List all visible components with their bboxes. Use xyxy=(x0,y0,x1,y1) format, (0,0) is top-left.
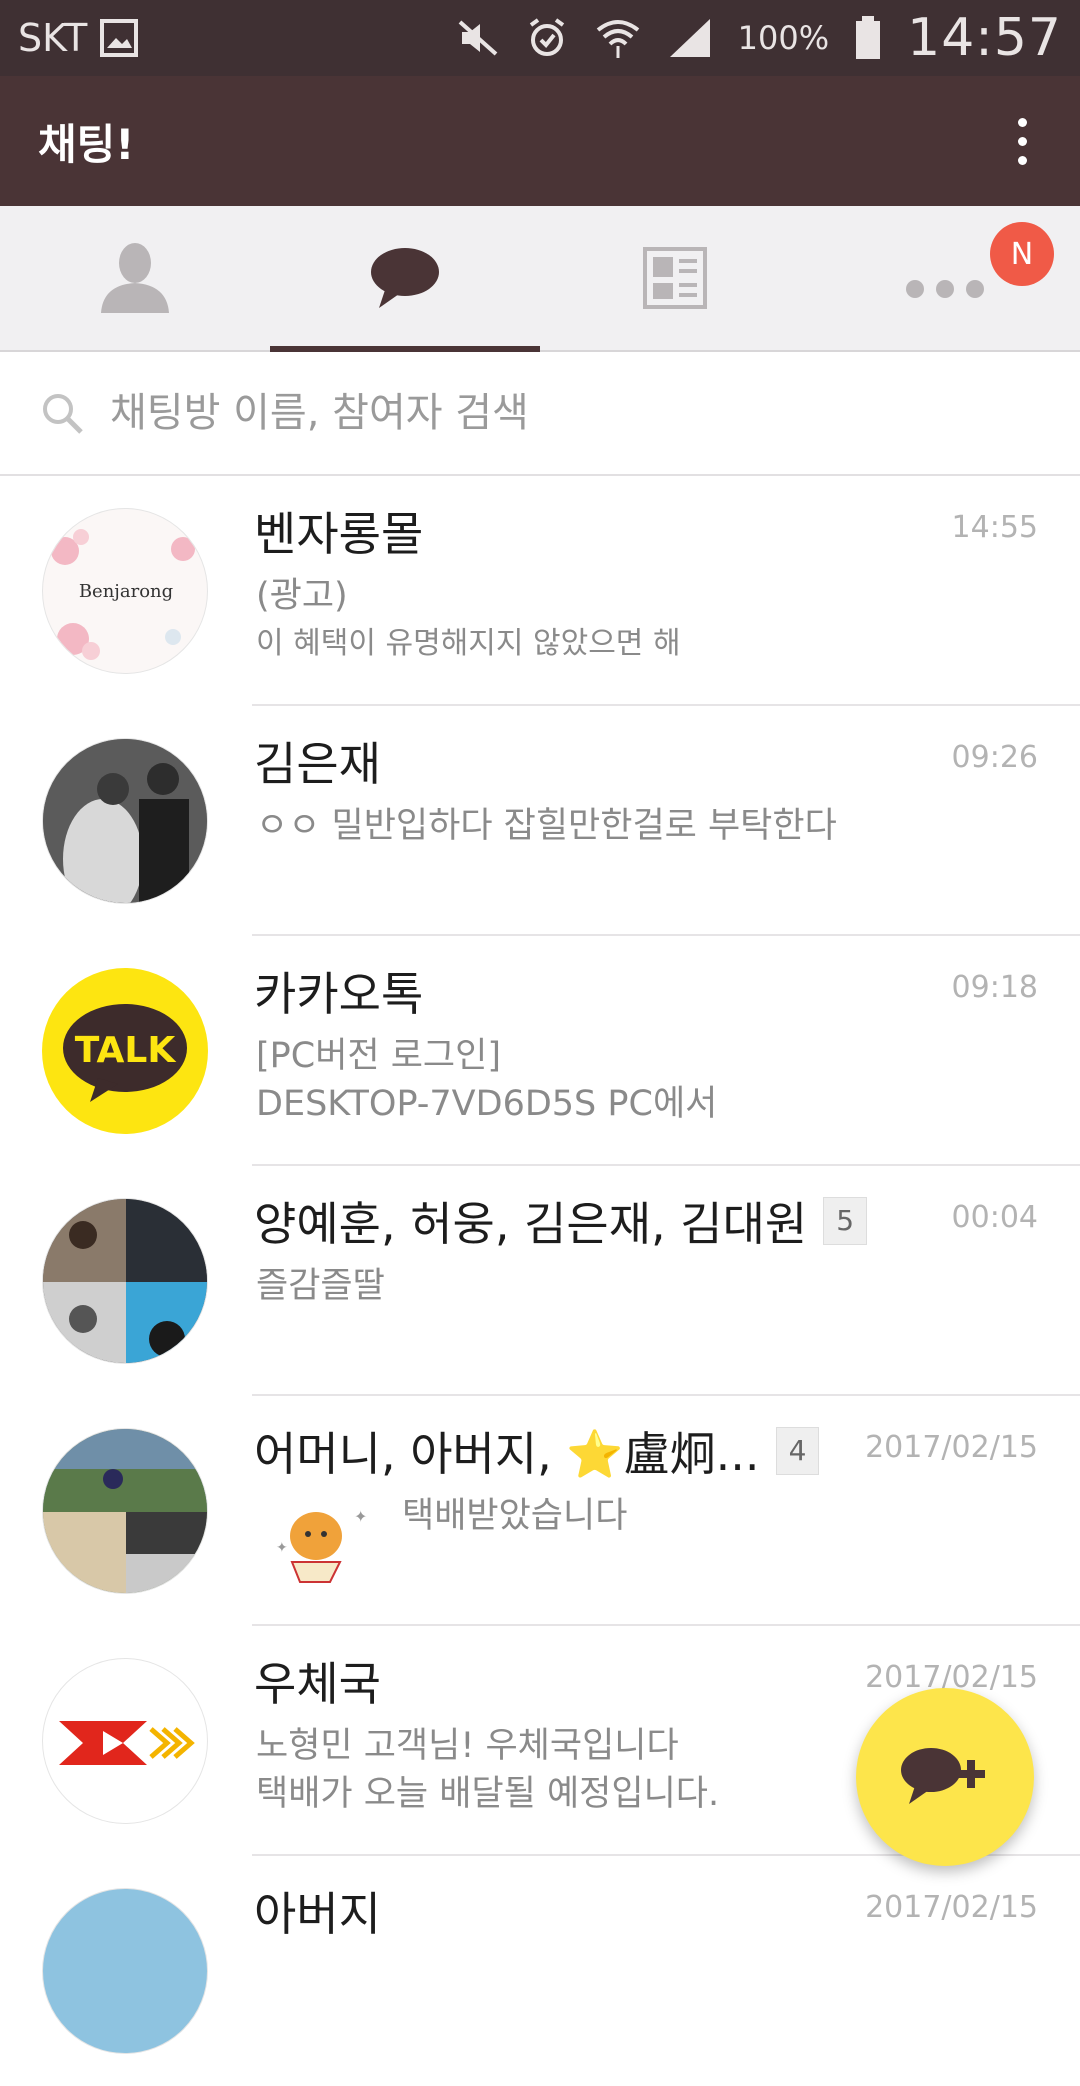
chat-row-group-yang[interactable]: 양예훈, 허웅, 김은재, 김대원 5 00:04 즐감즐딸 xyxy=(0,1166,1080,1396)
person-icon xyxy=(101,243,169,313)
wifi-icon xyxy=(596,20,639,58)
status-bar: SKT 100% 14:57 xyxy=(0,0,1080,76)
avatar: Benjarong xyxy=(42,508,208,674)
chat-bubble-icon xyxy=(371,248,439,308)
chat-preview: [PC버전 로그인] DESKTOP-7VD6D5S PC에서 xyxy=(256,1036,718,1124)
page-title: 채팅! xyxy=(38,119,135,169)
news-icon xyxy=(643,247,707,309)
chat-time: 09:18 xyxy=(951,970,1038,1005)
tab-news[interactable] xyxy=(540,206,810,350)
chat-time: 09:26 xyxy=(951,740,1038,775)
chat-row-father[interactable]: 아버지 2017/02/15 xyxy=(0,1856,1080,2086)
chat-name: 벤자롱몰 xyxy=(254,507,424,561)
signal-icon xyxy=(669,19,710,57)
avatar-logo-text: Benjarong xyxy=(79,581,173,602)
chat-row-kim-eunjae[interactable]: 김은재 09:26 ㅇㅇ 밀반입하다 잡힐만한걸로 부탁한다 xyxy=(0,706,1080,936)
notification-badge: N xyxy=(990,222,1054,286)
tab-chats[interactable] xyxy=(270,206,540,352)
avatar: TALK xyxy=(42,968,208,1134)
chat-time: 14:55 xyxy=(951,510,1038,545)
tab-friends[interactable] xyxy=(0,206,270,350)
search-bar xyxy=(0,352,1080,476)
chat-row-benjarong[interactable]: Benjarong 벤자롱몰 14:55 (광고) 이 혜택이 유명해지지 않았… xyxy=(0,476,1080,706)
sticker-image: ✦ ✦ xyxy=(276,1507,367,1583)
avatar-logo-text: TALK xyxy=(75,1030,177,1071)
chat-name: 어머니, 아버지, ⭐盧炯... 4 xyxy=(254,1418,820,1484)
avatar xyxy=(42,1658,208,1824)
battery-percent: 100% xyxy=(737,19,830,57)
svg-text:✦: ✦ xyxy=(276,1540,288,1556)
svg-text:✦: ✦ xyxy=(354,1507,367,1526)
clock: 14:57 xyxy=(907,8,1062,68)
chat-row-kakaotalk[interactable]: TALK 카카오톡 09:18 [PC버전 로그인] DESKTOP-7VD6D… xyxy=(0,936,1080,1166)
new-chat-button[interactable] xyxy=(856,1688,1034,1866)
alarm-icon xyxy=(529,18,564,56)
more-horiz-icon xyxy=(906,280,984,298)
chat-name: 아버지 xyxy=(254,1887,381,1941)
tab-bar: N xyxy=(0,206,1080,352)
tab-more[interactable]: N xyxy=(810,206,1080,350)
avatar xyxy=(42,1428,208,1594)
chat-name: 김은재 xyxy=(254,737,381,791)
app-bar: 채팅! xyxy=(0,76,1080,206)
chat-preview: 택배받았습니다 xyxy=(402,1496,628,1536)
chat-time: 00:04 xyxy=(951,1200,1038,1235)
more-vert-icon[interactable] xyxy=(1002,111,1042,171)
carrier-label: SKT xyxy=(18,16,88,60)
new-chat-plus-icon xyxy=(901,1748,985,1804)
chat-preview: ㅇㅇ 밀반입하다 잡힐만한걸로 부탁한다 xyxy=(256,806,837,846)
search-icon xyxy=(43,394,83,434)
battery-icon xyxy=(856,16,881,59)
chat-name: 양예훈, 허웅, 김은재, 김대원 5 xyxy=(254,1188,868,1254)
chat-name: 카카오톡 xyxy=(254,967,424,1021)
avatar xyxy=(42,1198,208,1364)
gallery-icon xyxy=(100,19,139,57)
chat-name: 우체국 xyxy=(254,1657,381,1711)
avatar xyxy=(42,738,208,904)
chat-preview: (광고) 이 혜택이 유명해지지 않았으면 해 xyxy=(256,576,681,661)
mute-icon xyxy=(458,20,497,56)
chat-row-family[interactable]: 어머니, 아버지, ⭐盧炯... 4 2017/02/15 ✦ ✦ 택배받았습니… xyxy=(0,1396,1080,1626)
member-count-badge: 4 xyxy=(775,1427,820,1475)
member-count-badge: 5 xyxy=(823,1197,868,1245)
search-input[interactable] xyxy=(108,389,1012,437)
chat-preview: 즐감즐딸 xyxy=(256,1266,385,1306)
chat-time: 2017/02/15 xyxy=(865,1430,1038,1465)
avatar xyxy=(42,1888,208,2054)
